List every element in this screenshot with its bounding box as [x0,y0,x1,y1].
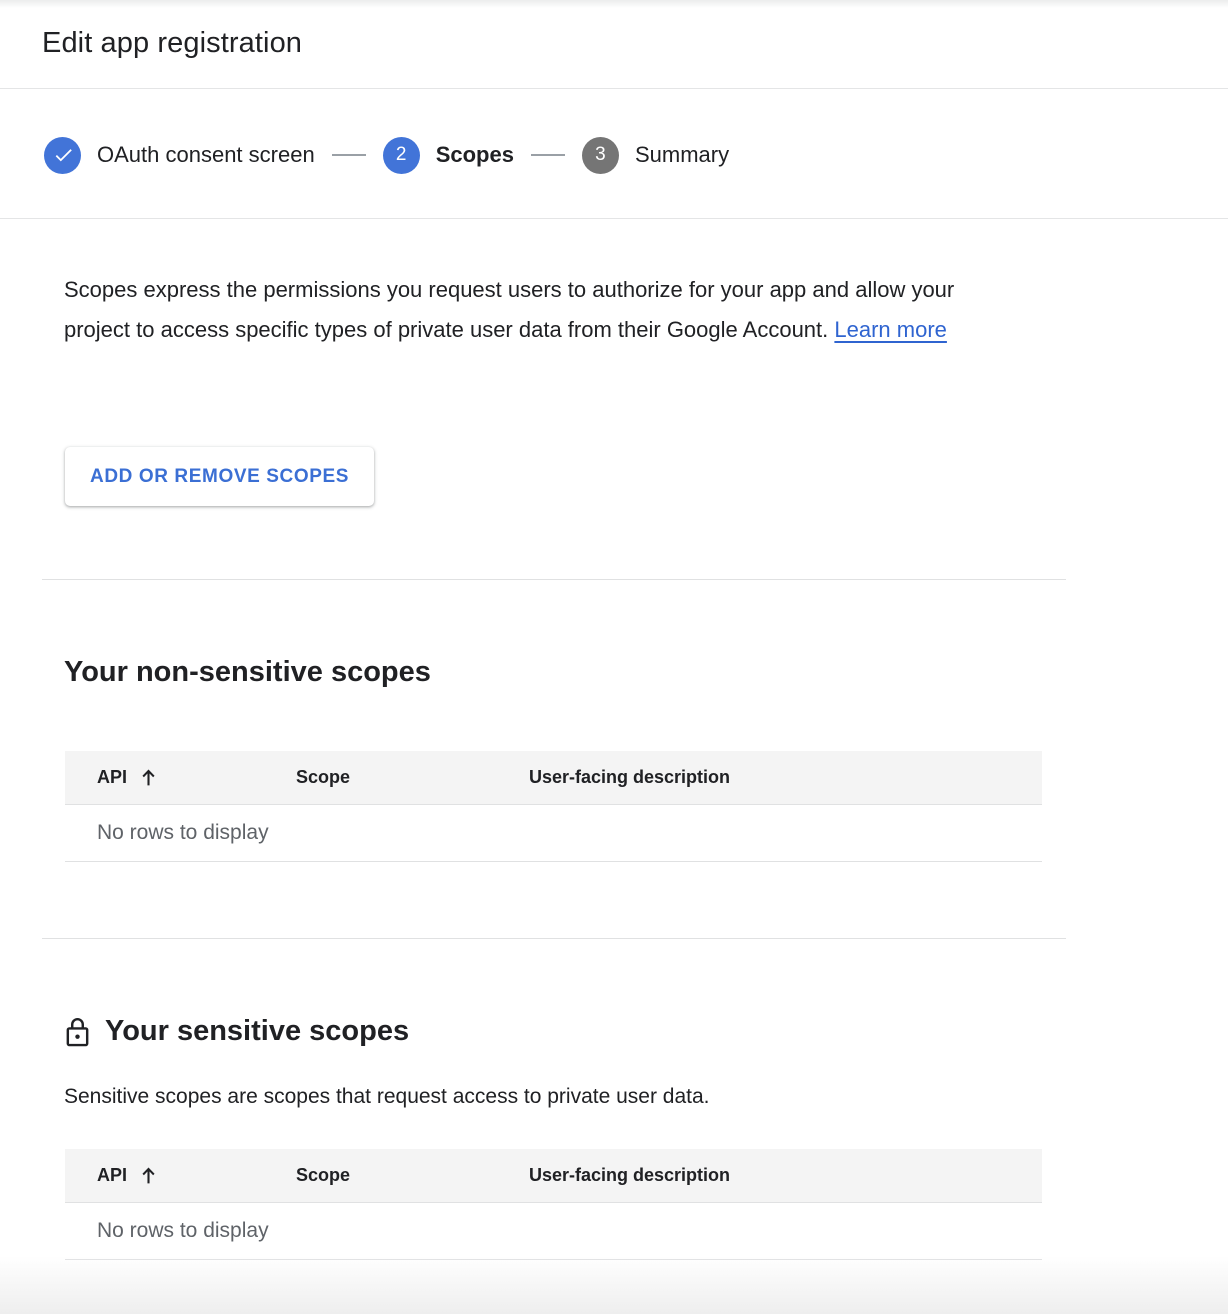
step-connector-2 [530,154,565,156]
step-1-badge-complete [44,136,81,174]
sensitive-scopes-subtitle: Sensitive scopes are scopes that request… [64,1085,710,1108]
sort-ascending-arrow-icon [140,1166,157,1185]
section-title-non-sensitive: Your non-sensitive scopes [64,653,431,691]
page-title: Edit app registration [42,27,303,59]
lock-icon [64,1015,91,1048]
non-sensitive-col-description-label: User-facing description [529,767,731,787]
step-3-badge: 3 [581,136,619,174]
step-2-badge: 2 [382,136,420,174]
sensitive-col-description-label: User-facing description [529,1165,731,1185]
section-title-sensitive: Your sensitive scopes [64,1012,409,1050]
section-title-sensitive-label: Your sensitive scopes [105,1015,410,1047]
stepper: OAuth consent screen 2 Scopes 3 Summary [44,136,729,174]
sort-ascending-arrow-icon [140,768,157,787]
scopes-description-text: Scopes express the permissions you reque… [64,277,955,342]
sensitive-col-description[interactable]: User-facing description [529,1149,730,1202]
check-icon [55,149,72,162]
stepper-bar: OAuth consent screen 2 Scopes 3 Summary [0,90,1228,219]
scroll-shadow-bottom [0,1256,1228,1314]
sensitive-table-header-row: API Scope User-facing description [65,1149,1042,1203]
sensitive-col-scope[interactable]: Scope [296,1149,350,1202]
scroll-shadow-top [0,0,1228,8]
sensitive-empty-row: No rows to display [65,1203,1042,1260]
scopes-description: Scopes express the permissions you reque… [64,270,1024,350]
step-scopes[interactable]: 2 Scopes [382,136,514,174]
step-summary[interactable]: 3 Summary [581,136,730,174]
page-header: Edit app registration [0,8,1228,89]
sensitive-col-api-label: API [97,1165,128,1185]
sensitive-scopes-table: API Scope User-facing description No row… [65,1149,1042,1260]
add-or-remove-scopes-button[interactable]: ADD OR REMOVE SCOPES [65,447,375,506]
non-sensitive-scopes-table: API Scope User-facing description No row… [65,751,1042,862]
divider-above-sensitive [42,938,1066,939]
non-sensitive-col-description[interactable]: User-facing description [529,751,730,804]
divider-above-non-sensitive [42,579,1066,580]
non-sensitive-col-api-label: API [97,767,128,787]
non-sensitive-col-scope[interactable]: Scope [296,751,350,804]
section-title-non-sensitive-label: Your non-sensitive scopes [64,656,431,688]
step-2-label: Scopes [435,142,514,167]
step-oauth-consent-screen[interactable]: OAuth consent screen [44,136,315,174]
step-1-label: OAuth consent screen [97,142,315,167]
non-sensitive-table-header-row: API Scope User-facing description [65,751,1042,805]
non-sensitive-col-scope-label: Scope [296,767,351,787]
step-connector-1 [331,154,366,156]
sensitive-col-api[interactable]: API [97,1149,157,1202]
non-sensitive-empty-row: No rows to display [65,805,1042,862]
sensitive-col-scope-label: Scope [296,1165,351,1185]
learn-more-link[interactable]: Learn more [834,317,947,342]
step-3-label: Summary [634,142,730,167]
non-sensitive-col-api[interactable]: API [97,751,157,804]
